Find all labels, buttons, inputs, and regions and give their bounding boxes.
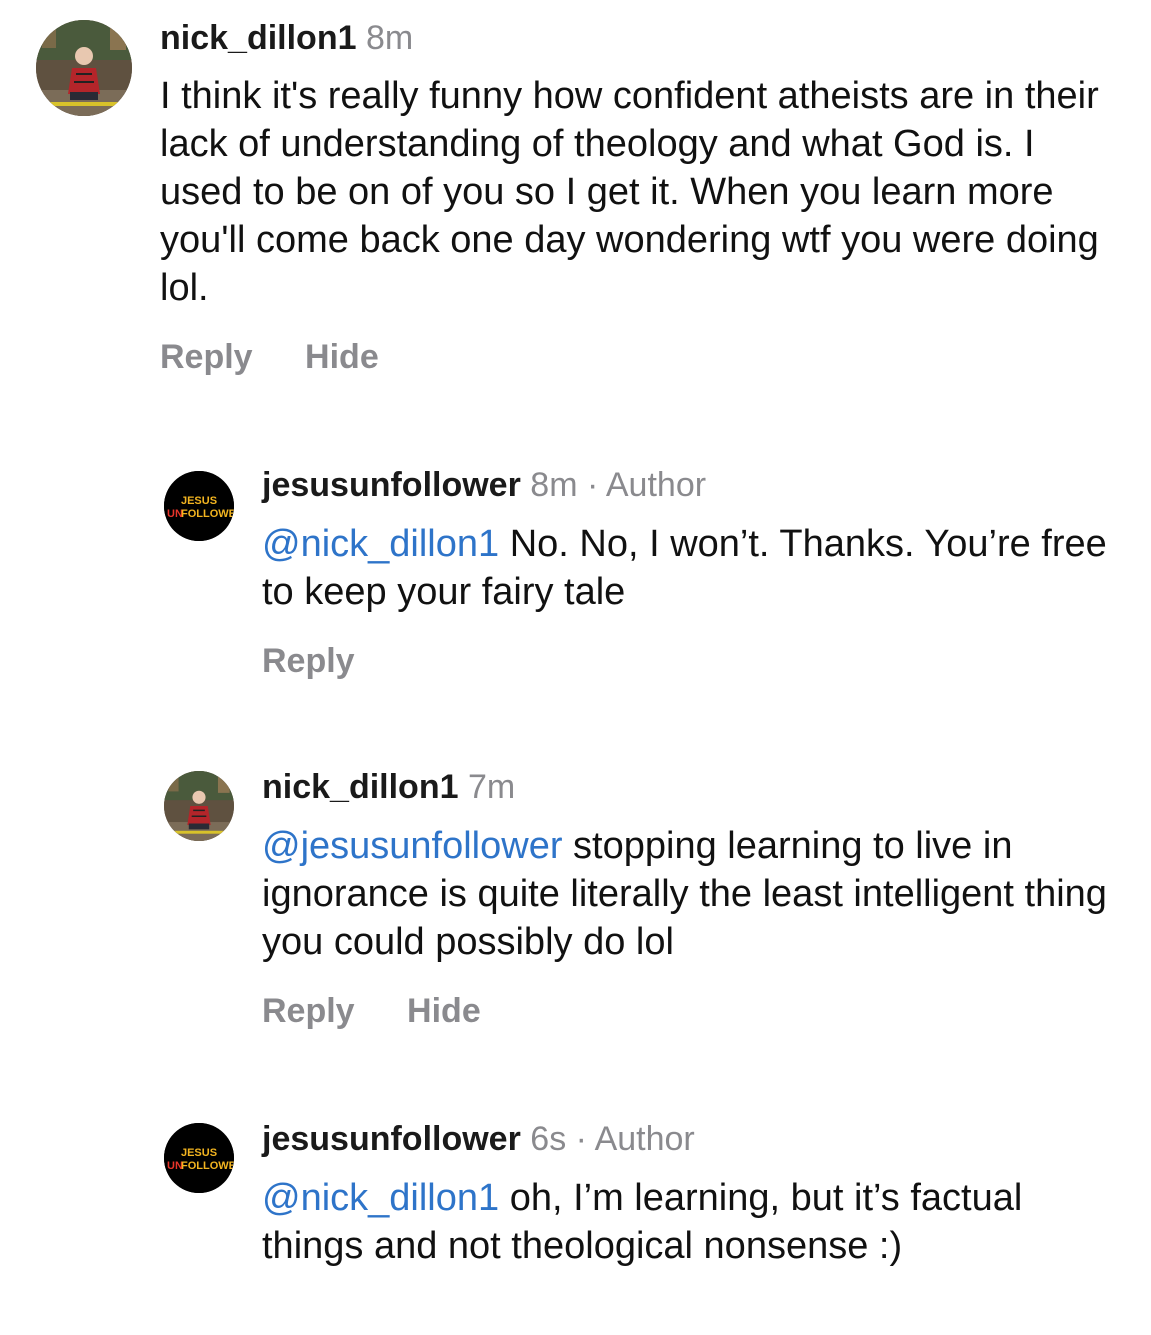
mention-link[interactable]: @nick_dillon1 (262, 523, 499, 565)
author-badge: Author (605, 466, 707, 504)
comment-text: I think it's really funny how confident … (160, 72, 1120, 312)
reply-comment: JESUS UN FOLLOWER jesusunfollower 8m · A… (0, 450, 1151, 700)
comment-text: @nick_dillon1 oh, I’m learning, but it’s… (262, 1174, 1062, 1270)
timestamp: 8m (365, 19, 414, 57)
comment-text: @jesusunfollower stopping learning to li… (262, 822, 1122, 966)
user-photo-avatar[interactable] (164, 771, 234, 841)
comment-actions: Reply Hide (160, 338, 427, 377)
hide-button[interactable]: Hide (407, 992, 481, 1030)
username[interactable]: jesusunfollower (262, 1120, 521, 1158)
user-photo-image (36, 20, 132, 116)
comment-meta: nick_dillon1 7m (262, 767, 515, 807)
username[interactable]: jesusunfollower (262, 466, 521, 504)
svg-text:JESUS: JESUS (181, 1147, 217, 1159)
reply-button[interactable]: Reply (262, 642, 355, 680)
svg-text:FOLLOWER: FOLLOWER (181, 1160, 234, 1172)
svg-text:FOLLOWER: FOLLOWER (181, 508, 234, 520)
mention-link[interactable]: @nick_dillon1 (262, 1177, 499, 1219)
comment-body-text: I think it's really funny how confident … (160, 75, 1099, 309)
timestamp: 8m (530, 466, 578, 504)
comment-meta: jesusunfollower 6s · Author (262, 1119, 695, 1159)
reply-comment: JESUS UN FOLLOWER jesusunfollower 6s · A… (0, 1104, 1151, 1335)
svg-text:JESUS: JESUS (181, 495, 217, 507)
user-photo-image (164, 771, 234, 841)
author-badge: Author (594, 1120, 695, 1158)
timestamp: 6s (530, 1120, 567, 1158)
reply-button[interactable]: Reply (160, 338, 253, 376)
reply-comment: nick_dillon1 7m @jesusunfollower stoppin… (0, 750, 1151, 1050)
user-photo-avatar[interactable] (36, 20, 132, 116)
comment-meta: nick_dillon1 8m (160, 18, 413, 58)
jesus-unfollower-logo-avatar[interactable]: JESUS UN FOLLOWER (164, 1123, 234, 1193)
comment-actions: Reply (262, 642, 403, 681)
comment-text: @nick_dillon1 No. No, I won’t. Thanks. Y… (262, 520, 1122, 616)
separator-dot: · (575, 1120, 587, 1158)
jesus-unfollower-logo: JESUS UN FOLLOWER (164, 471, 234, 541)
username[interactable]: nick_dillon1 (160, 19, 357, 57)
jesus-unfollower-logo-avatar[interactable]: JESUS UN FOLLOWER (164, 471, 234, 541)
mention-link[interactable]: @jesusunfollower (262, 825, 563, 867)
jesus-unfollower-logo: JESUS UN FOLLOWER (164, 1123, 234, 1193)
comment-actions: Reply Hide (262, 992, 529, 1031)
username[interactable]: nick_dillon1 (262, 768, 459, 806)
comment-meta: jesusunfollower 8m · Author (262, 465, 706, 505)
separator-dot: · (586, 466, 599, 504)
hide-button[interactable]: Hide (305, 338, 379, 376)
reply-button[interactable]: Reply (262, 992, 355, 1030)
timestamp: 7m (467, 768, 516, 806)
comment: nick_dillon1 8m I think it's really funn… (0, 0, 1151, 400)
